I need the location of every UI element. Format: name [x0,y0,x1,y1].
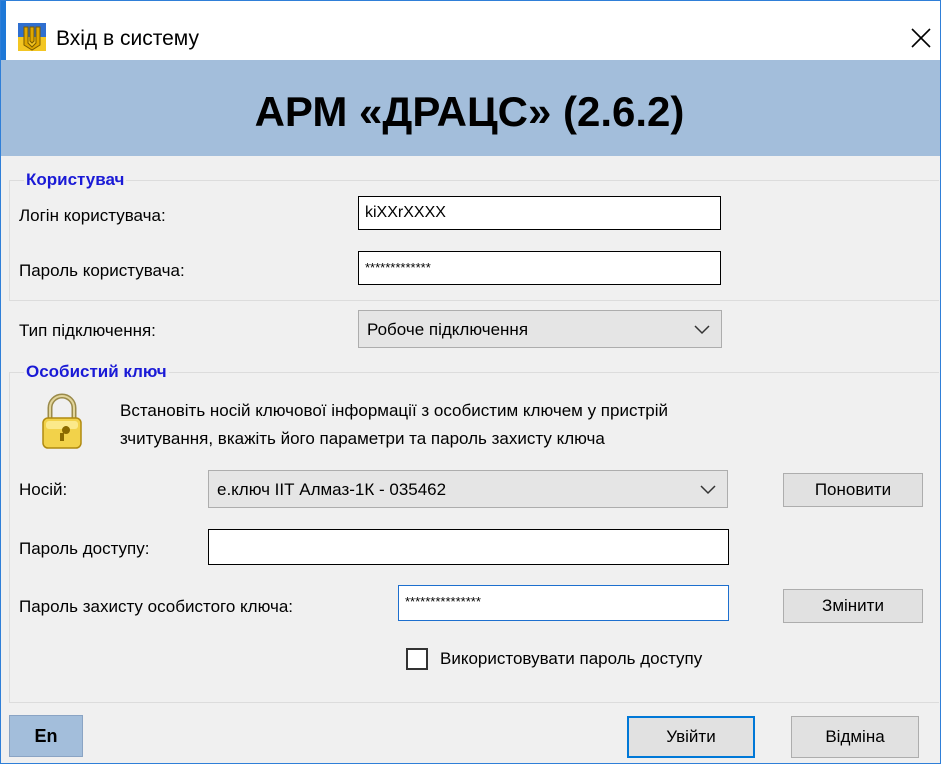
app-title: АРМ «ДРАЦС» (2.6.2) [254,88,685,135]
media-label: Носій: [19,480,68,499]
change-password-button[interactable]: Змінити [783,589,923,623]
key-group-border-left [9,372,10,702]
connection-type-label: Тип підключення: [19,321,156,340]
connection-type-value: Робоче підключення [367,320,529,339]
ukraine-coat-of-arms-icon [18,23,46,51]
use-access-password-checkbox[interactable] [406,648,428,670]
instruction-line-2: зчитування, вкажіть його параметри та па… [120,429,605,448]
window-title: Вхід в систему [56,27,199,50]
media-value: е.ключ ІІТ Алмаз-1К - 035462 [217,480,447,499]
user-group-border-bottom [9,300,939,301]
chevron-down-icon [694,325,710,335]
login-label: Логін користувача: [19,206,166,225]
key-group-border-bottom [9,702,939,703]
instruction-line-1: Встановіть носій ключової інформації з о… [120,401,668,420]
close-icon[interactable] [904,21,938,55]
language-button[interactable]: En [9,715,83,757]
use-access-password-label[interactable]: Використовувати пароль доступу [440,649,702,669]
login-input[interactable]: kiXXrXXXX [358,196,721,230]
login-form [1,156,940,763]
key-group-title: Особистий ключ [24,362,169,382]
password-label: Пароль користувача: [19,261,185,280]
media-select[interactable]: е.ключ ІІТ Алмаз-1К - 035462 [208,470,728,508]
key-password-input[interactable]: *************** [398,585,729,621]
login-button[interactable]: Увійти [627,716,755,758]
key-password-label: Пароль захисту особистого ключа: [19,597,294,616]
refresh-button[interactable]: Поновити [783,473,923,507]
user-group-border-left [9,180,10,300]
access-password-input[interactable] [208,529,729,565]
window-accent [0,0,6,60]
cancel-button[interactable]: Відміна [791,716,919,758]
chevron-down-icon [700,485,716,495]
title-bar: Вхід в систему [1,1,940,59]
access-password-label: Пароль доступу: [19,539,150,558]
password-input[interactable]: ************* [358,251,721,285]
user-group-border [9,180,939,181]
lock-icon [42,393,82,449]
user-group-title: Користувач [24,170,127,190]
connection-type-select[interactable]: Робоче підключення [358,310,722,348]
